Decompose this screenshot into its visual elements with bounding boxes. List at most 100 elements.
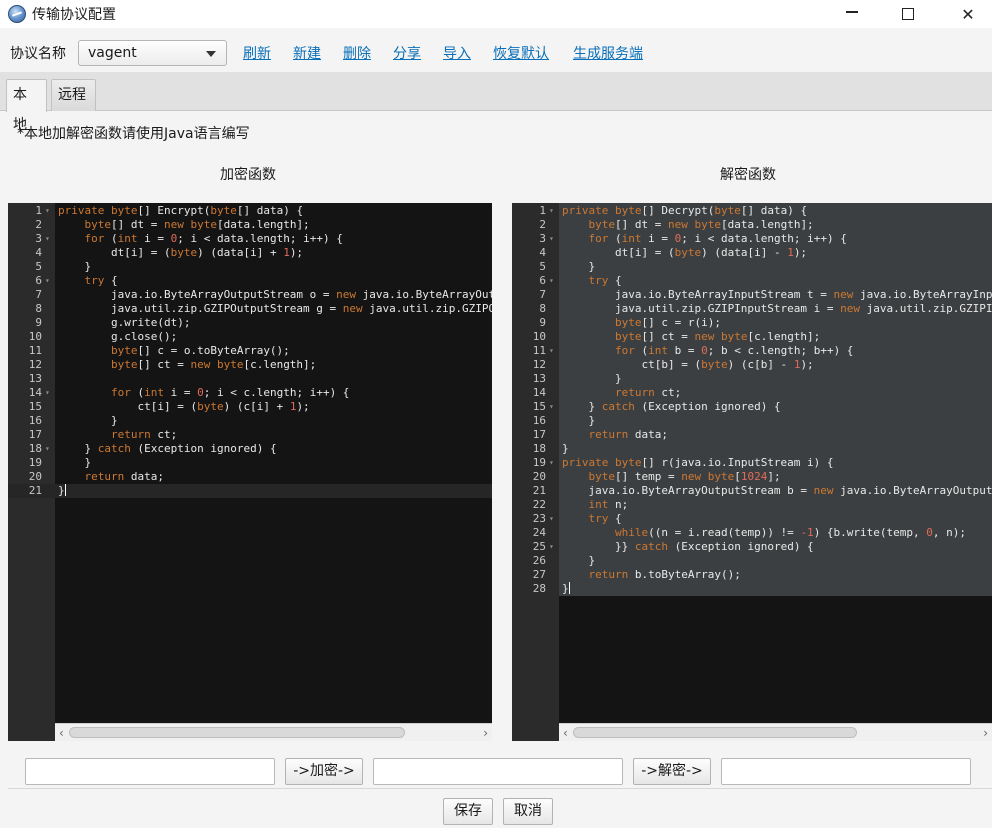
encrypt-button[interactable]: ->加密-> bbox=[285, 758, 363, 785]
code-token: ) (data[i] + bbox=[197, 246, 284, 259]
line-number: 22 bbox=[532, 498, 546, 511]
cancel-button[interactable]: 取消 bbox=[503, 798, 553, 825]
new-link[interactable]: 新建 bbox=[293, 43, 321, 63]
code-token: byte bbox=[714, 204, 741, 217]
plaintext-input[interactable] bbox=[25, 758, 275, 785]
maximize-button[interactable] bbox=[885, 0, 931, 28]
fold-toggle-icon[interactable]: ▾ bbox=[549, 456, 554, 470]
code-token: byte bbox=[701, 358, 728, 371]
code-line: 10 byte[] ct = new byte[c.length]; bbox=[512, 330, 992, 344]
fold-toggle-icon[interactable]: ▾ bbox=[549, 400, 554, 414]
save-button[interactable]: 保存 bbox=[443, 798, 493, 825]
line-number: 20 bbox=[532, 470, 546, 483]
ciphertext-field[interactable] bbox=[373, 758, 623, 785]
share-link[interactable]: 分享 bbox=[393, 43, 421, 63]
line-number: 2 bbox=[539, 218, 546, 231]
decrypt-code-editor[interactable]: 1 ▾ private byte[] Decrypt(byte[] data) {2… bbox=[512, 203, 992, 741]
decrypt-scroll-thumb[interactable] bbox=[573, 727, 857, 738]
encrypt-code-editor[interactable]: 1 ▾ private byte[] Encrypt(byte[] data) {2… bbox=[8, 203, 492, 741]
tab-remote[interactable]: 远程 bbox=[51, 79, 96, 111]
code-text: } bbox=[58, 414, 118, 428]
code-text: ct[i] = (byte) (c[i] + 1); bbox=[58, 400, 309, 414]
code-text: try { bbox=[562, 512, 622, 526]
scroll-left-icon[interactable]: ‹ bbox=[59, 726, 64, 740]
code-text: }} catch (Exception ignored) { bbox=[562, 540, 814, 554]
code-line: 8 java.util.zip.GZIPInputStream i = new … bbox=[512, 302, 992, 316]
code-text: return ct; bbox=[58, 428, 177, 442]
code-token: g.close(); bbox=[58, 330, 178, 343]
restore-default-link[interactable]: 恢复默认 bbox=[493, 43, 549, 63]
import-link[interactable]: 导入 bbox=[443, 43, 471, 63]
code-line: 10 g.close(); bbox=[8, 330, 492, 344]
fold-toggle-icon[interactable]: ▾ bbox=[549, 232, 554, 246]
code-token: ; i < data.length; i++) { bbox=[681, 232, 847, 245]
code-token: ; i < c.length; i++) { bbox=[203, 386, 350, 399]
code-token: 1024 bbox=[740, 470, 768, 483]
line-number: 27 bbox=[532, 568, 546, 581]
fold-toggle-icon[interactable]: ▾ bbox=[549, 274, 554, 288]
code-token: private byte bbox=[562, 204, 642, 217]
scroll-right-icon[interactable]: › bbox=[983, 726, 988, 740]
code-token: java.util.zip.GZIPInputStream i = bbox=[562, 302, 841, 315]
close-button[interactable]: ✕ bbox=[945, 0, 991, 28]
delete-link[interactable]: 删除 bbox=[343, 43, 371, 63]
decrypt-button[interactable]: ->解密-> bbox=[633, 758, 711, 785]
code-text: try { bbox=[58, 274, 118, 288]
code-token: byte bbox=[210, 204, 237, 217]
scroll-left-icon[interactable]: ‹ bbox=[563, 726, 568, 740]
generate-server-link[interactable]: 生成服务端 bbox=[573, 43, 643, 63]
code-text: while((n = i.read(temp)) != -1) {b.write… bbox=[562, 526, 966, 540]
code-token: , n); bbox=[932, 526, 967, 539]
fold-toggle-icon[interactable]: ▾ bbox=[45, 232, 50, 246]
code-line: 23 ▾ try { bbox=[512, 512, 992, 526]
code-token: ( bbox=[130, 386, 145, 399]
decrypt-horizontal-scrollbar[interactable]: ‹ › bbox=[559, 723, 992, 741]
code-token: 1 bbox=[283, 246, 290, 259]
code-token: (Exception ignored) { bbox=[130, 442, 277, 455]
minimize-button[interactable] bbox=[829, 0, 875, 28]
fold-toggle-icon[interactable]: ▾ bbox=[549, 540, 554, 554]
code-token: try bbox=[84, 274, 105, 287]
code-token: java.io.ByteArrayOutputStream o = bbox=[58, 288, 337, 301]
code-token: byte bbox=[614, 316, 642, 329]
line-number: 16 bbox=[532, 414, 546, 427]
fold-toggle-icon[interactable]: ▾ bbox=[549, 512, 554, 526]
encrypt-horizontal-scrollbar[interactable]: ‹ › bbox=[55, 723, 492, 741]
code-text: } bbox=[562, 372, 622, 386]
fold-toggle-icon[interactable]: ▾ bbox=[45, 274, 50, 288]
fold-toggle-icon[interactable]: ▾ bbox=[45, 386, 50, 400]
protocol-toolbar: 协议名称 vagent 刷新 新建 删除 分享 导入 恢复默认 生成服务端 bbox=[0, 31, 992, 72]
fold-toggle-icon[interactable]: ▾ bbox=[549, 204, 554, 218]
scroll-right-icon[interactable]: › bbox=[483, 726, 488, 740]
line-number: 9 bbox=[35, 316, 42, 329]
code-token: new byte bbox=[190, 358, 244, 371]
code-text: } bbox=[562, 260, 595, 274]
line-number: 5 bbox=[35, 260, 42, 273]
protocol-select[interactable]: vagent bbox=[78, 40, 227, 66]
code-line: 2 byte[] dt = new byte[data.length]; bbox=[8, 218, 492, 232]
refresh-link[interactable]: 刷新 bbox=[243, 43, 271, 63]
encrypt-scroll-thumb[interactable] bbox=[69, 727, 405, 738]
line-number: 3 bbox=[35, 232, 42, 245]
code-text: java.util.zip.GZIPOutputStream g = new j… bbox=[58, 302, 492, 316]
code-text: return b.toByteArray(); bbox=[562, 568, 741, 582]
line-number: 12 bbox=[532, 358, 546, 371]
code-token: for bbox=[110, 386, 131, 399]
fold-toggle-icon[interactable]: ▾ bbox=[549, 344, 554, 358]
decrypted-output-field[interactable] bbox=[721, 758, 971, 785]
code-token: { bbox=[608, 274, 622, 287]
code-token: try bbox=[588, 274, 609, 287]
code-line: 8 java.util.zip.GZIPOutputStream g = new… bbox=[8, 302, 492, 316]
tab-local[interactable]: 本地 bbox=[6, 79, 47, 133]
code-token: [c.length]; bbox=[243, 358, 317, 371]
code-token: 0 bbox=[197, 386, 204, 399]
code-token: byte bbox=[197, 400, 224, 413]
code-text: java.util.zip.GZIPInputStream i = new ja… bbox=[562, 302, 992, 316]
fold-toggle-icon[interactable]: ▾ bbox=[45, 204, 50, 218]
fold-toggle-icon[interactable]: ▾ bbox=[45, 442, 50, 456]
